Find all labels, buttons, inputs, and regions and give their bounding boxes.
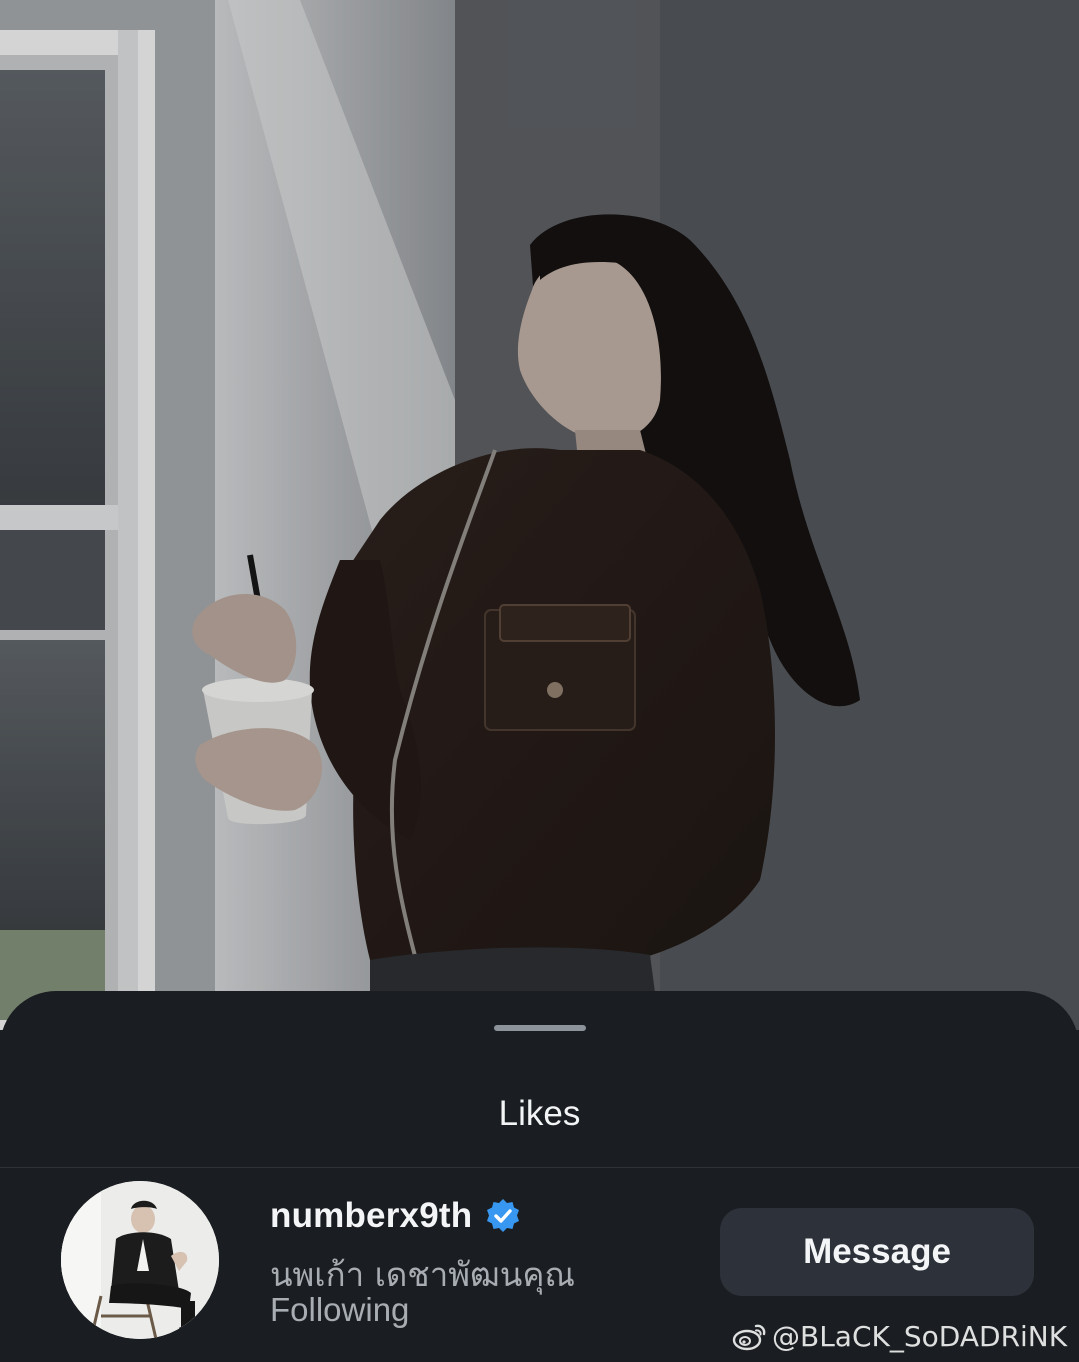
username-line[interactable]: numberx9th [270,1194,522,1238]
watermark-text: @BLaCK_SoDADRiNK [772,1319,1068,1353]
sheet-title: Likes [498,1094,581,1133]
avatar[interactable] [61,1181,219,1339]
username[interactable]: numberx9th [270,1196,472,1236]
likes-bottom-sheet: Likes numberx9th นพเก้า เดชาพัฒนคุณ Foll… [0,991,1079,1362]
verified-badge-icon [484,1197,522,1235]
background-photo [0,0,1079,1030]
weibo-logo-icon [732,1324,766,1351]
photo-dim-overlay[interactable] [0,0,1079,1030]
message-button[interactable]: Message [720,1208,1034,1296]
follow-status: Following [270,1291,410,1328]
watermark: @BLaCK_SoDADRiNK [732,1316,1067,1356]
screen: Likes numberx9th นพเก้า เดชาพัฒนคุณ Foll… [0,0,1079,1362]
sheet-drag-handle[interactable] [494,1025,586,1031]
